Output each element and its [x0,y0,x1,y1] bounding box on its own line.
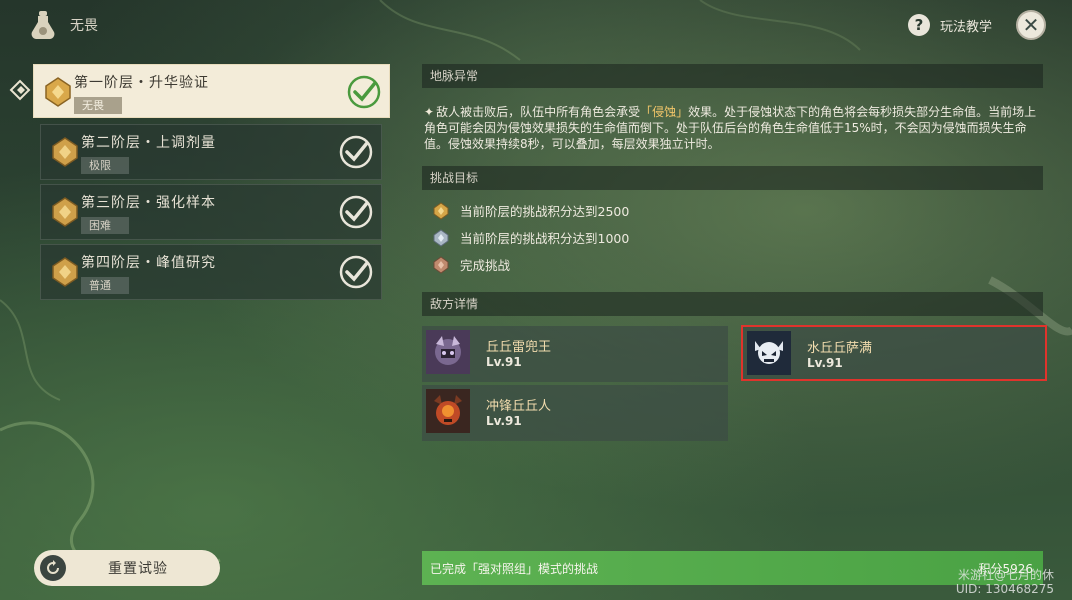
gold-medal-icon [52,257,78,287]
anomaly-description: ✦ 敌人被击败后，队伍中所有角色会承受「侵蚀」效果。处于侵蚀状态下的角色将会每秒损… [424,104,1044,152]
enemy-level: Lv.91 [486,414,522,428]
check-icon [339,195,373,229]
help-icon[interactable]: ? [907,14,930,36]
silver-medal-icon [433,228,449,247]
enemy-card-selected[interactable]: 水丘丘萨满 Lv.91 [741,325,1047,381]
check-icon [347,75,381,109]
stage-title: 第一阶层・升华验证 [74,75,209,91]
top-bar-left: 无畏 [30,10,98,40]
stage-title: 第三阶层・强化样本 [81,195,216,211]
enemy-name: 冲锋丘丘人 [486,399,552,414]
lawachurl-portrait-icon [426,330,470,374]
watermark-uid: UID: 130468275 [955,582,1054,596]
difficulty-badge: 普通 [81,277,129,294]
anomaly-text-before: 敌人被击败后，队伍中所有角色会承受 [436,105,641,119]
stage-title: 第二阶层・上调剂量 [81,135,216,151]
anomaly-highlight: 「侵蚀」 [640,105,689,119]
close-icon: ✕ [1022,13,1040,37]
goals-heading: 挑战目标 [422,166,1043,190]
difficulty-badge: 极限 [81,157,129,174]
gold-medal-icon [45,77,71,107]
enemy-card[interactable]: 冲锋丘丘人 Lv.91 [422,385,728,441]
watermark: 米游社@七月的休 UID: 130468275 [956,568,1054,596]
enemies-heading: 敌方详情 [422,292,1043,316]
anomaly-heading: 地脉异常 [422,64,1043,88]
goal-text: 完成挑战 [460,258,511,273]
bronze-medal-icon [433,255,449,274]
hydro-samachurl-portrait-icon [747,331,791,375]
enemy-name: 水丘丘萨满 [807,341,873,356]
goal-text: 当前阶层的挑战积分达到2500 [460,204,630,219]
completion-text: 已完成「强对照组」模式的挑战 [430,562,599,576]
goal-item: 当前阶层的挑战积分达到2500 [432,201,629,220]
gold-medal-icon [52,137,78,167]
gold-medal-icon [52,197,78,227]
top-bar-right: ? 玩法教学 ✕ [907,10,1046,40]
goal-item: 当前阶层的挑战积分达到1000 [432,228,629,247]
reset-trial-label: 重置试验 [108,561,168,577]
stage-item-2[interactable]: 第二阶层・上调剂量 极限 [40,124,382,180]
stage-item-1[interactable]: 第一阶层・升华验证 无畏 [33,64,390,118]
refresh-icon [40,555,66,581]
difficulty-badge: 困难 [81,217,129,234]
enemy-level: Lv.91 [807,356,843,370]
reset-trial-button[interactable]: 重置试验 [34,550,220,586]
enemy-level: Lv.91 [486,355,522,369]
check-icon [339,255,373,289]
stage-title: 第四阶层・峰值研究 [81,255,216,271]
berserker-hilichurl-portrait-icon [426,389,470,433]
flask-icon [31,11,55,39]
gold-medal-icon [433,201,449,220]
goal-text: 当前阶层的挑战积分达到1000 [460,231,630,246]
close-button[interactable]: ✕ [1016,10,1046,40]
check-icon [339,135,373,169]
watermark-line1: 米游社@七月的休 [957,568,1054,582]
page-title: 无畏 [70,18,98,34]
goal-item: 完成挑战 [432,255,510,274]
completion-bar: 已完成「强对照组」模式的挑战 积分5926 [422,551,1043,585]
stage-item-4[interactable]: 第四阶层・峰值研究 普通 [40,244,382,300]
enemy-name: 丘丘雷兜王 [486,340,552,355]
selected-arrow-icon [9,79,31,101]
bullet-star-icon: ✦ [424,105,435,119]
stage-item-3[interactable]: 第三阶层・强化样本 困难 [40,184,382,240]
enemy-card[interactable]: 丘丘雷兜王 Lv.91 [422,326,728,382]
difficulty-badge: 无畏 [74,97,122,114]
help-label[interactable]: 玩法教学 [940,16,992,35]
